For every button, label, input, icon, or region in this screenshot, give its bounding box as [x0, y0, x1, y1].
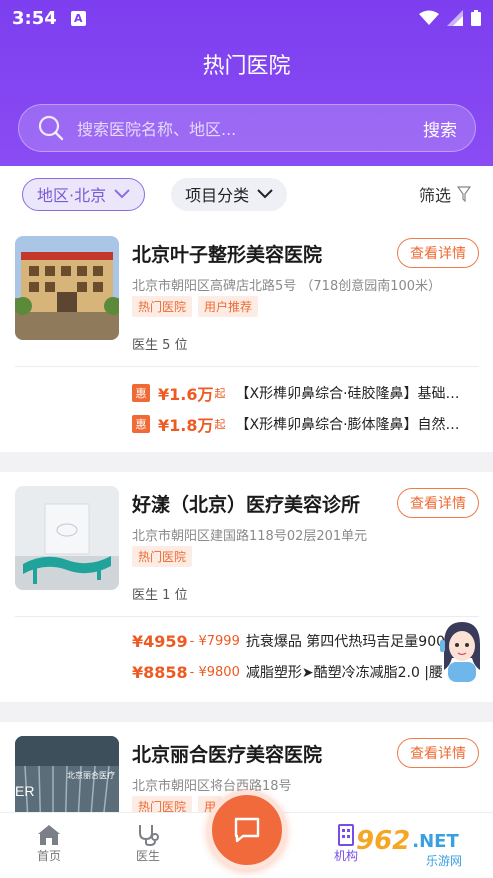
assistant-avatar[interactable] [436, 618, 486, 682]
nav-label: 医生 [135, 849, 160, 863]
chevron-down-icon [257, 189, 273, 199]
search-button[interactable]: 搜索 [423, 116, 457, 141]
wifi-icon [419, 10, 439, 25]
status-time: 3:54 [12, 7, 57, 29]
deal-price: ¥1.6万 [158, 385, 214, 404]
deal-price: ¥4959 [132, 631, 188, 651]
deal-title: 【X形榫卯鼻综合·硅胶隆鼻】基础… [235, 386, 460, 402]
nav-item-home[interactable]: 首页 [19, 823, 79, 864]
region-filter-label: 地区·北京 [37, 186, 107, 205]
hospital-name: 北京丽合医疗美容医院 [132, 744, 323, 766]
header: 3:54 A 热门医院 搜索医院名称、地区... 搜索 [0, 0, 493, 166]
nav-label: 首页 [36, 849, 61, 863]
search-placeholder: 搜索医院名称、地区... [77, 120, 237, 139]
filter-button[interactable]: 筛选 [419, 182, 471, 206]
app-notification-icon: A [70, 10, 86, 26]
nav-label: 机构 [333, 849, 358, 863]
deal-item[interactable]: ¥4959 - ¥7999 抗衰爆品 第四代热玛吉足量900 [132, 631, 452, 651]
deal-price: ¥1.8万 [158, 416, 214, 435]
deal-original-price: - ¥7999 [189, 633, 240, 649]
status-bar: 3:54 A [0, 0, 493, 36]
doctor-unit: 位 [174, 588, 188, 603]
deal-item[interactable]: 惠 ¥1.8万 起 【X形榫卯鼻综合·膨体隆鼻】自然… [132, 412, 472, 436]
funnel-icon [457, 186, 471, 202]
filter-label: 筛选 [418, 186, 451, 205]
divider [15, 616, 479, 617]
doctor-count: 医生 1 位 [132, 584, 188, 603]
hospital-thumbnail [15, 236, 119, 340]
category-filter-chip[interactable]: 项目分类 [171, 177, 288, 211]
deal-price-unit: 起 [214, 387, 226, 400]
watermark-logo: 962 .NET 乐游网 [356, 826, 462, 868]
doctor-count-value: 1 [162, 588, 171, 603]
hospital-tags: 热门医院 [132, 546, 193, 567]
stethoscope-icon [139, 825, 159, 847]
chat-button[interactable] [207, 790, 287, 870]
hospital-tags: 热门医院 用户推荐 [132, 296, 259, 317]
deal-title: 【X形榫卯鼻综合·膨体隆鼻】自然… [235, 417, 460, 433]
deal-item[interactable]: ¥8858 - ¥9800 减脂塑形➤酷塑冷冻减脂2.0 |腰 [132, 662, 452, 682]
search-input[interactable]: 搜索医院名称、地区... 搜索 [18, 104, 476, 152]
watermark-net: .NET [412, 830, 459, 852]
hospital-name: 北京叶子整形美容医院 [132, 244, 323, 266]
view-details-button[interactable]: 查看详情 [397, 238, 479, 268]
thumbnail-caption: 北京丽合医疗 [67, 771, 115, 780]
watermark-subtitle: 乐游网 [426, 854, 463, 868]
category-filter-label: 项目分类 [185, 186, 250, 205]
deal-title: 抗衰爆品 第四代热玛吉足量900 [245, 634, 446, 650]
battery-icon [471, 10, 481, 26]
hospital-thumbnail [15, 486, 119, 590]
view-details-button[interactable]: 查看详情 [397, 738, 479, 768]
deal-item[interactable]: 惠 ¥1.6万 起 【X形榫卯鼻综合·硅胶隆鼻】基础… [132, 381, 472, 405]
tag-badge: 热门医院 [132, 546, 193, 567]
deal-title: 减脂塑形➤酷塑冷冻减脂2.0 |腰 [245, 665, 444, 681]
status-indicators [419, 10, 481, 26]
hospital-card[interactable]: 北京叶子整形美容医院 查看详情 北京市朝阳区高碑店北路5号 （718创意园南10… [0, 222, 493, 452]
nav-item-doctor[interactable]: 医生 [118, 823, 178, 864]
tag-badge: 热门医院 [132, 296, 193, 317]
region-filter-chip[interactable]: 地区·北京 [22, 177, 146, 211]
svg-text:ER: ER [15, 783, 34, 799]
doctor-count: 医生 5 位 [132, 334, 188, 353]
home-icon [38, 825, 60, 845]
chat-bubble-icon [234, 817, 260, 843]
deal-price: ¥8858 [132, 662, 188, 682]
page-title: 热门医院 [202, 54, 291, 79]
watermark-number: 962 [356, 826, 411, 856]
doctor-label: 医生 [132, 338, 159, 353]
filter-bar: 地区·北京 项目分类 筛选 [0, 166, 493, 222]
hospital-name: 好漾（北京）医疗美容诊所 [132, 494, 361, 516]
view-details-button[interactable]: 查看详情 [397, 488, 479, 518]
hospital-address: 北京市朝阳区建国路118号02层201单元 [132, 529, 368, 544]
divider [15, 366, 479, 367]
discount-badge: 惠 [132, 415, 150, 433]
chevron-down-icon [114, 189, 130, 199]
hospital-card[interactable]: 好漾（北京）医疗美容诊所 查看详情 北京市朝阳区建国路118号02层201单元 … [0, 472, 493, 702]
doctor-count-value: 5 [162, 338, 171, 353]
hospital-address: 北京市朝阳区高碑店北路5号 （718创意园南100米） [132, 279, 442, 294]
hospital-address: 北京市朝阳区将台西路18号 [132, 779, 292, 794]
search-icon [38, 115, 64, 141]
tag-badge: 用户推荐 [198, 296, 259, 317]
deal-price-unit: 起 [214, 418, 226, 431]
signal-icon [447, 10, 463, 26]
doctor-unit: 位 [174, 338, 188, 353]
doctor-label: 医生 [132, 588, 159, 603]
deal-original-price: - ¥9800 [189, 664, 240, 680]
discount-badge: 惠 [132, 384, 150, 402]
